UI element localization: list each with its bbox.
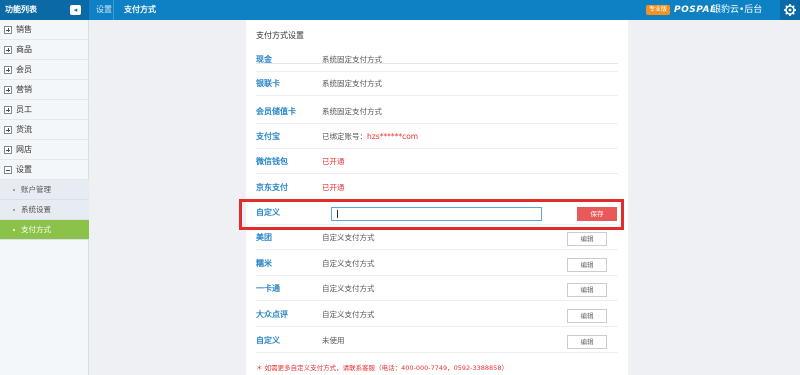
expand-icon	[4, 126, 12, 134]
edit-button[interactable]: 编辑	[567, 335, 607, 349]
sidebar-item-label: 销售	[16, 25, 32, 34]
bound-account: hzs******com	[367, 132, 419, 141]
payment-name: 现金	[256, 55, 272, 64]
function-list-label: 功能列表	[5, 5, 37, 14]
payment-row: 大众点评 自定义支付方式 编辑	[256, 303, 618, 327]
payment-status: 系统固定支付方式	[322, 55, 382, 64]
collapse-icon[interactable]: ◂	[70, 5, 81, 15]
sidebar-item-marketing[interactable]: 营销	[0, 80, 89, 100]
sidebar-subitem-account[interactable]: 账户管理	[0, 180, 89, 200]
sidebar-item-staff[interactable]: 员工	[0, 100, 89, 120]
payment-row: 支付宝 已绑定账号：hzs******com	[256, 125, 618, 149]
sidebar-item-sales[interactable]: 销售	[0, 20, 89, 40]
payment-status: 已开通	[322, 157, 345, 166]
bullet-icon	[13, 209, 15, 211]
settings-button[interactable]	[780, 0, 800, 20]
payment-name: 自定义	[256, 336, 280, 345]
brand-logo: POSPAL	[674, 5, 717, 15]
edit-button[interactable]: 编辑	[567, 258, 607, 272]
bullet-icon	[13, 189, 15, 191]
sidebar-subitem-system[interactable]: 系统设置	[0, 200, 89, 220]
collapse-icon	[4, 166, 12, 174]
edit-button[interactable]: 编辑	[567, 232, 607, 246]
expand-icon	[4, 86, 12, 94]
sidebar-item-logistics[interactable]: 货流	[0, 120, 89, 140]
expand-icon	[4, 66, 12, 74]
payment-name: 一卡通	[256, 284, 280, 293]
payment-row: 银联卡 系统固定支付方式	[256, 72, 618, 96]
sidebar-item-label: 设置	[16, 165, 32, 174]
breadcrumb-current: 支付方式	[124, 5, 156, 14]
sidebar-subitem-label: 账户管理	[21, 185, 51, 194]
bound-account-label: 已绑定账号：	[322, 132, 367, 141]
edit-button[interactable]: 编辑	[567, 283, 607, 297]
sidebar-subitem-label: 系统设置	[21, 205, 51, 214]
sidebar-item-products[interactable]: 商品	[0, 40, 89, 60]
payment-row: 微信钱包 已开通	[256, 150, 618, 174]
payment-status: 未使用	[322, 336, 345, 345]
contact-footnote: ＊ 如需更多自定义支付方式，请联系客服（电话：400-000-7749，0592…	[256, 364, 508, 372]
sidebar-item-label: 营销	[16, 85, 32, 94]
gear-icon	[784, 4, 796, 16]
sidebar-item-label: 商品	[16, 45, 32, 54]
payment-row: 会员储值卡 系统固定支付方式	[256, 100, 618, 124]
payment-row: 现金 系统固定支付方式	[256, 48, 618, 72]
payment-name: 会员储值卡	[256, 107, 296, 116]
edit-button[interactable]: 编辑	[567, 309, 607, 323]
payment-row: 一卡通 自定义支付方式 编辑	[256, 277, 618, 301]
payment-row: 自定义 未使用 编辑	[256, 329, 618, 353]
payment-name: 支付宝	[256, 132, 280, 141]
expand-icon	[4, 146, 12, 154]
function-list-title: 功能列表 ◂	[0, 0, 89, 20]
top-bar: 功能列表 ◂ 设置 支付方式 专业版 POSPAL 银豹云•后台	[0, 0, 800, 20]
breadcrumb-settings[interactable]: 设置	[96, 0, 112, 20]
payment-row: 京东支付 已开通	[256, 176, 618, 200]
bullet-icon	[13, 229, 15, 231]
brand-name: 银豹云•后台	[712, 5, 763, 15]
breadcrumb-divider	[113, 0, 114, 20]
custom-row-highlight	[239, 199, 624, 230]
edition-badge: 专业版	[646, 5, 671, 15]
sidebar-item-label: 网店	[16, 145, 32, 154]
payment-name: 微信钱包	[256, 157, 288, 166]
sidebar: 销售 商品 会员 营销 员工 货流 网店 设置 账户管理 系统设置 支付方式	[0, 20, 89, 375]
expand-icon	[4, 26, 12, 34]
payment-settings-panel: 支付方式设置 现金 系统固定支付方式 银联卡 系统固定支付方式 会员储值卡 系统…	[246, 20, 628, 375]
payment-row: 糯米 自定义支付方式 编辑	[256, 252, 618, 276]
sidebar-item-label: 会员	[16, 65, 32, 74]
payment-status: 系统固定支付方式	[322, 79, 382, 88]
sidebar-item-online-store[interactable]: 网店	[0, 140, 89, 160]
sidebar-item-settings[interactable]: 设置	[0, 160, 89, 180]
sidebar-item-label: 员工	[16, 105, 32, 114]
payment-status: 自定义支付方式	[322, 259, 375, 268]
sidebar-item-members[interactable]: 会员	[0, 60, 89, 80]
payment-name: 糯米	[256, 259, 272, 268]
payment-name: 京东支付	[256, 183, 288, 192]
expand-icon	[4, 46, 12, 54]
sidebar-item-label: 货流	[16, 125, 32, 134]
payment-status: 系统固定支付方式	[322, 107, 382, 116]
sidebar-subitem-label: 支付方式	[21, 225, 51, 234]
expand-icon	[4, 106, 12, 114]
payment-status: 已绑定账号：hzs******com	[322, 125, 418, 149]
payment-name: 银联卡	[256, 79, 280, 88]
panel-title: 支付方式设置	[256, 31, 304, 40]
payment-status: 自定义支付方式	[322, 310, 375, 319]
payment-status: 自定义支付方式	[322, 284, 375, 293]
sidebar-subitem-payment[interactable]: 支付方式	[0, 220, 89, 240]
payment-status: 已开通	[322, 183, 345, 192]
payment-name: 大众点评	[256, 310, 288, 319]
